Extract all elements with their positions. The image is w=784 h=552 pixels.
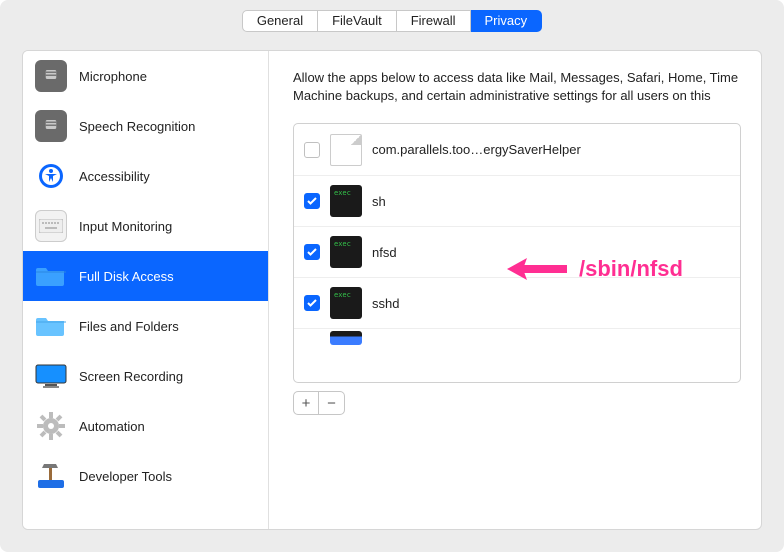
sidebar-item-screen-recording[interactable]: Screen Recording — [23, 351, 268, 401]
checkbox[interactable] — [304, 295, 320, 311]
monitor-icon — [35, 360, 67, 392]
tab-privacy[interactable]: Privacy — [471, 10, 543, 32]
tab-bar: General FileVault Firewall Privacy — [0, 10, 784, 32]
app-label: com.parallels.too…ergySaverHelper — [372, 142, 581, 157]
terminal-icon: exec — [330, 236, 362, 268]
app-row-sh[interactable]: exec sh — [294, 175, 740, 226]
app-label: sshd — [372, 296, 399, 311]
add-button[interactable]: + — [293, 391, 319, 415]
content-area: Allow the apps below to access data like… — [269, 51, 761, 529]
app-list[interactable]: com.parallels.too…ergySaverHelper exec s… — [293, 123, 741, 383]
sidebar-item-label: Full Disk Access — [79, 269, 174, 284]
sidebar-item-label: Developer Tools — [79, 469, 172, 484]
privacy-window: General FileVault Firewall Privacy Micro… — [0, 0, 784, 552]
app-label: nfsd — [372, 245, 397, 260]
main-panel: Microphone Speech Recognition Accessibil… — [22, 50, 762, 530]
mic-icon — [35, 60, 67, 92]
app-row-partial[interactable] — [294, 328, 740, 346]
sidebar-item-label: Automation — [79, 419, 145, 434]
folder-icon — [35, 260, 67, 292]
privacy-sidebar[interactable]: Microphone Speech Recognition Accessibil… — [23, 51, 269, 529]
terminal-icon — [330, 331, 362, 345]
gear-icon — [35, 410, 67, 442]
sidebar-item-microphone[interactable]: Microphone — [23, 51, 268, 101]
speech-icon — [35, 110, 67, 142]
checkbox[interactable] — [304, 244, 320, 260]
sidebar-item-full-disk-access[interactable]: Full Disk Access — [23, 251, 268, 301]
keyboard-icon — [35, 210, 67, 242]
sidebar-item-automation[interactable]: Automation — [23, 401, 268, 451]
terminal-icon: exec — [330, 185, 362, 217]
add-remove-buttons: + − — [293, 391, 345, 415]
sidebar-item-developer-tools[interactable]: Developer Tools — [23, 451, 268, 501]
description-text: Allow the apps below to access data like… — [293, 69, 741, 104]
sidebar-item-label: Accessibility — [79, 169, 150, 184]
sidebar-item-accessibility[interactable]: Accessibility — [23, 151, 268, 201]
tab-general[interactable]: General — [242, 10, 318, 32]
checkbox[interactable] — [304, 193, 320, 209]
sidebar-item-label: Input Monitoring — [79, 219, 172, 234]
sidebar-item-files-folders[interactable]: Files and Folders — [23, 301, 268, 351]
folder-icon — [35, 310, 67, 342]
checkbox[interactable] — [304, 142, 320, 158]
sidebar-item-label: Screen Recording — [79, 369, 183, 384]
app-label: sh — [372, 194, 386, 209]
app-row-parallels[interactable]: com.parallels.too…ergySaverHelper — [294, 124, 740, 175]
sidebar-item-label: Speech Recognition — [79, 119, 195, 134]
sidebar-item-input-monitoring[interactable]: Input Monitoring — [23, 201, 268, 251]
tab-filevault[interactable]: FileVault — [318, 10, 397, 32]
remove-button[interactable]: − — [319, 391, 345, 415]
tab-firewall[interactable]: Firewall — [397, 10, 471, 32]
app-row-nfsd[interactable]: exec nfsd — [294, 226, 740, 277]
hammer-icon — [35, 460, 67, 492]
app-row-sshd[interactable]: exec sshd — [294, 277, 740, 328]
terminal-icon: exec — [330, 287, 362, 319]
sidebar-item-label: Files and Folders — [79, 319, 179, 334]
sidebar-item-label: Microphone — [79, 69, 147, 84]
sidebar-item-speech[interactable]: Speech Recognition — [23, 101, 268, 151]
accessibility-icon — [35, 160, 67, 192]
document-icon — [330, 134, 362, 166]
